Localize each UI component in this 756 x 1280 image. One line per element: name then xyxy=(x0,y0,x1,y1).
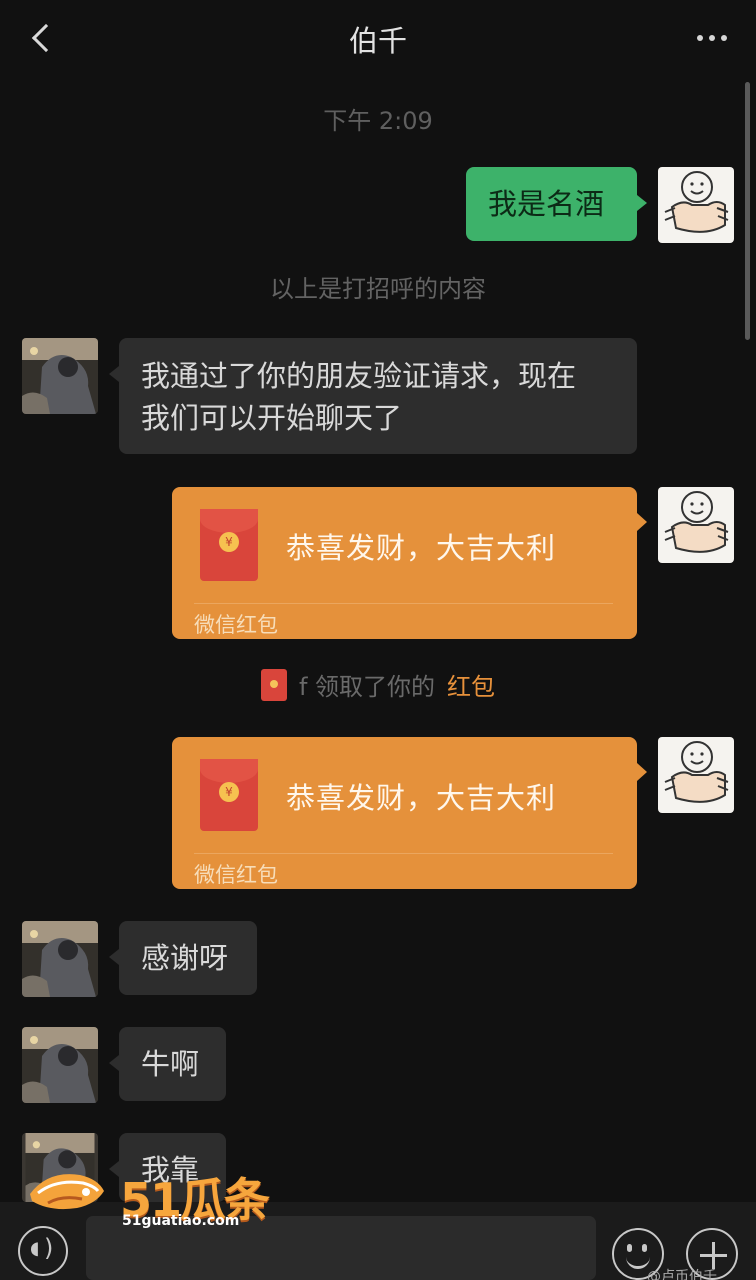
received-message-line: 我们可以开始聊天了 xyxy=(141,401,403,435)
notice-text: f 领取了你的 xyxy=(298,673,436,701)
red-packet-label: 微信红包 xyxy=(194,613,278,637)
friend-avatar[interactable] xyxy=(22,1027,98,1103)
received-message[interactable]: 我通过了你的朋友验证请求，现在 我们可以开始聊天了 xyxy=(109,338,637,454)
red-packet-message-text: 恭喜发财，大吉大利 xyxy=(286,531,557,565)
hooded-person-avatar-icon xyxy=(22,1027,98,1103)
red-packet-label: 微信红包 xyxy=(194,863,278,887)
received-message-text: 我靠 xyxy=(141,1153,200,1187)
voice-button[interactable] xyxy=(18,1226,68,1276)
red-packet-message[interactable]: ¥ 恭喜发财，大吉大利 微信红包 xyxy=(172,487,647,639)
my-avatar[interactable] xyxy=(658,737,734,813)
hooded-person-avatar-icon xyxy=(22,921,98,997)
hooded-person-avatar-icon xyxy=(22,338,98,414)
friend-avatar[interactable] xyxy=(22,921,98,997)
more-icon-dot xyxy=(721,35,727,41)
red-packet-icon xyxy=(260,668,287,701)
red-packet-icon: ¥ xyxy=(200,509,258,581)
red-packet-icon: ¥ xyxy=(200,759,258,831)
cartoon-avatar-icon xyxy=(664,171,729,233)
my-avatar[interactable] xyxy=(658,487,734,563)
chat-input-bar xyxy=(0,1202,756,1280)
received-message-line: 我通过了你的朋友验证请求，现在 xyxy=(141,359,577,393)
coin-icon: ¥ xyxy=(219,782,239,802)
coin-icon: ¥ xyxy=(219,532,239,552)
sent-message-text: 我是名酒 xyxy=(488,187,605,221)
chat-header: 伯千 xyxy=(0,0,756,76)
red-packet-divider xyxy=(194,603,613,604)
red-packet-message-text: 恭喜发财，大吉大利 xyxy=(286,781,557,815)
friend-avatar[interactable] xyxy=(22,1133,98,1202)
red-packet-message[interactable]: ¥ 恭喜发财，大吉大利 微信红包 xyxy=(172,737,647,889)
hooded-person-avatar-icon xyxy=(25,1133,95,1202)
received-message-text: 牛啊 xyxy=(141,1047,200,1081)
message-time: 下午 2:09 xyxy=(323,107,433,135)
friend-avatar[interactable] xyxy=(22,338,98,414)
more-icon-dot xyxy=(709,35,715,41)
red-packet-received-notice: f 领取了你的 红包 xyxy=(0,667,756,702)
red-packet-link[interactable]: 红包 xyxy=(447,667,495,702)
my-avatar[interactable] xyxy=(658,167,734,243)
received-message[interactable]: 牛啊 xyxy=(109,1027,226,1101)
sent-message[interactable]: 我是名酒 xyxy=(466,167,647,241)
contact-name: 伯千 xyxy=(348,24,407,58)
cartoon-avatar-icon xyxy=(664,491,729,553)
red-packet-divider xyxy=(194,853,613,854)
more-button[interactable] xyxy=(692,28,732,48)
received-message[interactable]: 我靠 xyxy=(109,1133,226,1202)
cartoon-avatar-icon xyxy=(664,741,729,803)
received-message[interactable]: 感谢呀 xyxy=(109,921,257,995)
message-input[interactable] xyxy=(86,1216,596,1280)
system-note: 以上是打招呼的内容 xyxy=(270,275,486,303)
more-icon xyxy=(697,35,703,41)
corner-watermark: @卢币伯千 xyxy=(647,1269,717,1280)
received-message-text: 感谢呀 xyxy=(141,941,229,975)
